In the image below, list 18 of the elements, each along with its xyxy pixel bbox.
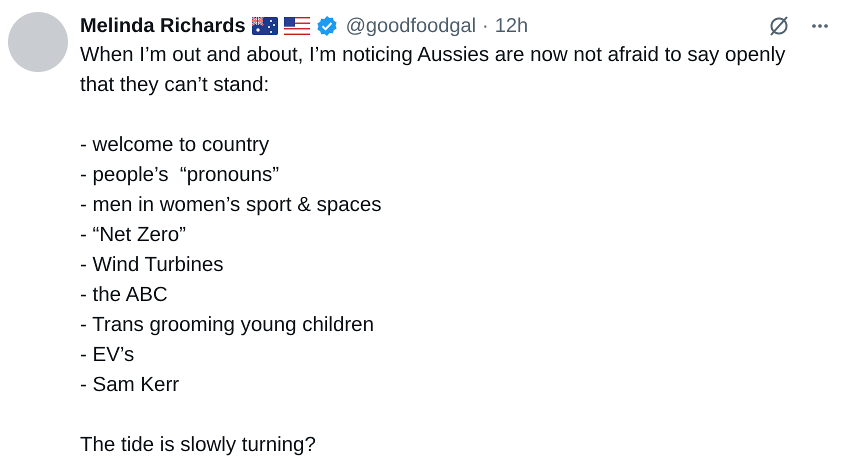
usa-flag-icon (284, 17, 310, 35)
list-line: - Trans grooming young children (80, 312, 375, 338)
post-time[interactable]: 12h (494, 14, 528, 38)
list-line: - welcome to country (80, 132, 270, 158)
list-line: - people’s “pronouns” (80, 162, 280, 188)
list-line: - Sam Kerr (80, 372, 180, 398)
post-text: The tide is slowly turning? (80, 432, 317, 458)
author-name[interactable]: Melinda Richards (80, 14, 246, 38)
list-line: - Wind Turbines (80, 252, 225, 278)
author-handle[interactable]: @goodfoodgal (346, 14, 476, 38)
separator-dot: · (482, 14, 489, 38)
list-line: - the ABC (80, 282, 169, 308)
more-icon[interactable] (811, 23, 829, 29)
australia-flag-icon (252, 17, 278, 35)
post-text: When I’m out and about, I’m noticing Aussies are now not afraid to say openly that they can’t stand: (80, 42, 786, 98)
list-line: - EV’s (80, 342, 136, 368)
list-line: - “Net Zero” (80, 222, 187, 248)
list-line: - men in women’s sport & spaces (80, 192, 383, 218)
